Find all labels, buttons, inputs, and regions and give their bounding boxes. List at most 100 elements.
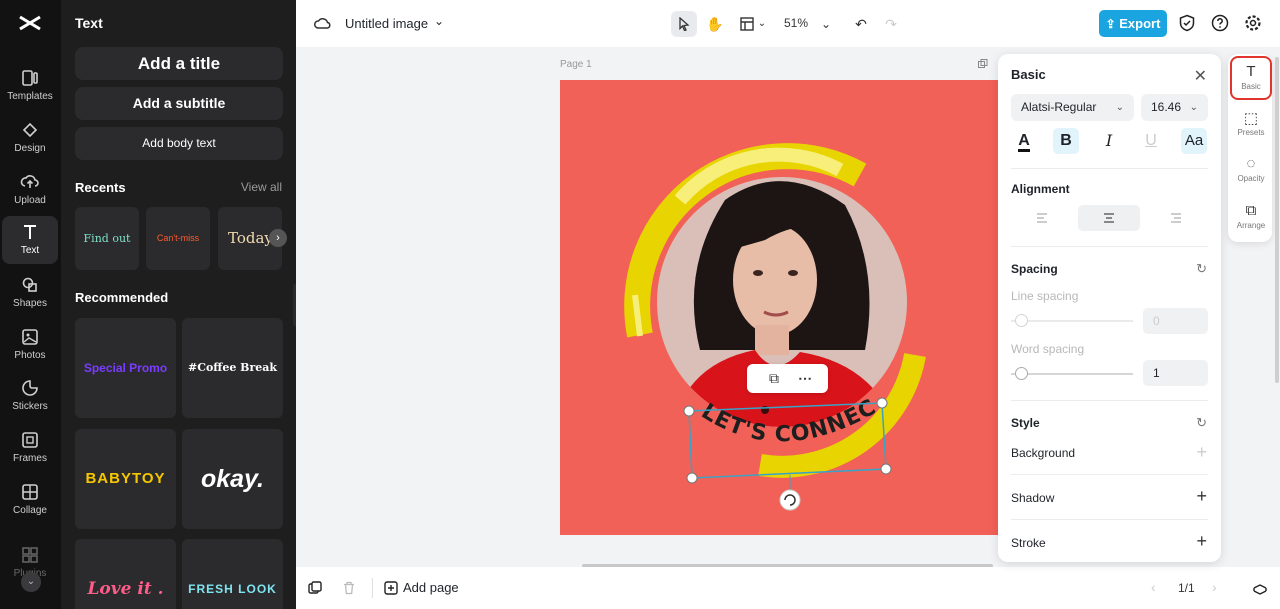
redo-button[interactable]: ↷	[881, 11, 901, 37]
rail-item-frames[interactable]: Frames	[2, 424, 58, 472]
previous-page-button[interactable]: ‹	[1151, 579, 1156, 595]
add-stroke-button[interactable]: +	[1196, 531, 1207, 552]
rail-label: Design	[14, 143, 46, 154]
rail-label: Stickers	[12, 401, 48, 412]
recommended-title: Recommended	[75, 290, 169, 305]
artboard[interactable]: LET'S CONNECT	[560, 80, 1005, 535]
chevron-left-icon: ‹	[1151, 579, 1156, 595]
plugins-icon	[22, 547, 38, 563]
shield-icon[interactable]	[1178, 14, 1196, 32]
underline-icon: U	[1145, 132, 1157, 149]
next-page-button[interactable]: ›	[1212, 579, 1217, 595]
align-right-button[interactable]	[1144, 205, 1206, 231]
add-title-button[interactable]: Add a title	[75, 47, 283, 80]
tab-basic[interactable]: T Basic	[1230, 56, 1272, 100]
add-page-button[interactable]: Add page	[403, 580, 459, 595]
export-button[interactable]: ⇪ Export	[1099, 10, 1167, 37]
line-spacing-input[interactable]: 0	[1143, 308, 1208, 334]
rail-item-templates[interactable]: Templates	[2, 62, 58, 110]
layout-tool-button[interactable]: ⌄	[736, 11, 770, 37]
word-spacing-input[interactable]: 1	[1143, 360, 1208, 386]
divider	[1011, 474, 1208, 475]
expand-rail-button[interactable]: ⌄	[21, 572, 41, 592]
recommended-text-style[interactable]: #Coffee Break	[182, 318, 283, 418]
slider-knob[interactable]	[1015, 367, 1028, 380]
add-body-text-button[interactable]: Add body text	[75, 127, 283, 160]
font-family-select[interactable]: Alatsi-Regular ⌄	[1011, 94, 1134, 121]
font-size-select[interactable]: 16.46 ⌄	[1141, 94, 1208, 121]
rail-item-photos[interactable]: Photos	[2, 321, 58, 369]
reset-icon[interactable]: ↻	[1196, 261, 1207, 277]
zoom-level[interactable]: 51%	[784, 16, 808, 30]
rail-label: Shapes	[13, 298, 47, 309]
chevron-down-icon: ⌄	[26, 576, 36, 587]
help-icon[interactable]	[1211, 14, 1229, 32]
text-color-button[interactable]: A	[1011, 128, 1037, 154]
tab-presets[interactable]: ⬚ Presets	[1230, 104, 1272, 148]
cloud-save-icon[interactable]	[314, 16, 332, 30]
recommended-text-style[interactable]: Love it .	[75, 539, 176, 609]
selection-floating-toolbar: ⧉ ⋯	[747, 364, 828, 393]
add-subtitle-button[interactable]: Add a subtitle	[75, 87, 283, 120]
italic-button[interactable]: I	[1096, 128, 1122, 154]
rail-item-collage[interactable]: Collage	[2, 476, 58, 524]
divider	[1011, 246, 1208, 247]
add-page-icon	[384, 581, 398, 595]
line-spacing-label: Line spacing	[1011, 289, 1079, 303]
select-tool-button[interactable]	[671, 11, 697, 37]
recommended-text-style[interactable]: okay.	[182, 429, 283, 529]
line-spacing-slider[interactable]	[1011, 314, 1133, 327]
recommended-text-style[interactable]: BABYTOY	[75, 429, 176, 529]
text-icon	[24, 225, 36, 239]
slider-knob[interactable]	[1015, 314, 1028, 327]
recent-text-style[interactable]: Find out	[75, 207, 139, 270]
rail-item-text[interactable]: Text	[2, 216, 58, 264]
tab-arrange[interactable]: ⧉ Arrange	[1230, 197, 1272, 241]
rail-item-upload[interactable]: Upload	[2, 166, 58, 214]
italic-icon: I	[1105, 131, 1113, 150]
recent-text-style[interactable]: Can't-miss	[146, 207, 210, 270]
layers-icon[interactable]	[1252, 580, 1268, 596]
more-options-icon[interactable]: ⋯	[798, 370, 812, 387]
align-center-button[interactable]	[1078, 205, 1140, 231]
undo-button[interactable]: ↶	[851, 11, 871, 37]
chevron-down-icon: ⌄	[1115, 102, 1124, 113]
duplicate-page-icon[interactable]	[308, 581, 322, 595]
background-label: Background	[1011, 446, 1076, 460]
duplicate-icon[interactable]: ⧉	[769, 370, 779, 387]
panel-title: Text	[75, 15, 103, 31]
property-tabs: T Basic ⬚ Presets ◌ Opacity ⧉ Arrange	[1228, 54, 1272, 242]
reset-icon[interactable]: ↻	[1196, 415, 1207, 431]
app-logo[interactable]	[17, 12, 43, 34]
hand-tool-button[interactable]: ✋	[702, 11, 728, 37]
hand-icon: ✋	[706, 16, 724, 32]
bold-button[interactable]: B	[1053, 128, 1079, 154]
rail-label: Collage	[13, 505, 47, 516]
rail-item-design[interactable]: Design	[2, 114, 58, 162]
collage-icon	[22, 484, 38, 500]
chevron-down-icon[interactable]: ⌄	[434, 14, 444, 28]
recommended-text-style[interactable]: FRESH LOOK	[182, 539, 283, 609]
copy-page-icon[interactable]	[978, 59, 988, 69]
word-spacing-slider[interactable]	[1011, 367, 1133, 380]
trash-icon[interactable]	[342, 581, 356, 595]
recommended-text-style[interactable]: Special Promo	[75, 318, 176, 418]
document-title[interactable]: Untitled image	[345, 16, 428, 31]
rail-item-shapes[interactable]: Shapes	[2, 269, 58, 317]
recents-next-button[interactable]: ›	[269, 229, 287, 247]
capcut-logo-icon	[19, 15, 41, 31]
underline-button[interactable]: U	[1138, 128, 1164, 154]
vertical-scrollbar[interactable]	[1275, 57, 1279, 383]
zoom-dropdown[interactable]: ⌄	[818, 11, 834, 37]
rail-item-stickers[interactable]: Stickers	[2, 372, 58, 420]
close-icon[interactable]: ✕	[1194, 66, 1207, 86]
text-case-button[interactable]: Aa	[1181, 128, 1207, 154]
align-left-button[interactable]	[1012, 205, 1074, 231]
photos-icon	[22, 329, 38, 345]
alignment-title: Alignment	[1011, 182, 1070, 196]
view-all-link[interactable]: View all	[241, 180, 282, 194]
settings-icon[interactable]	[1244, 14, 1262, 32]
add-shadow-button[interactable]: +	[1196, 486, 1207, 507]
add-background-button[interactable]: +	[1196, 442, 1207, 463]
tab-opacity[interactable]: ◌ Opacity	[1230, 150, 1272, 194]
